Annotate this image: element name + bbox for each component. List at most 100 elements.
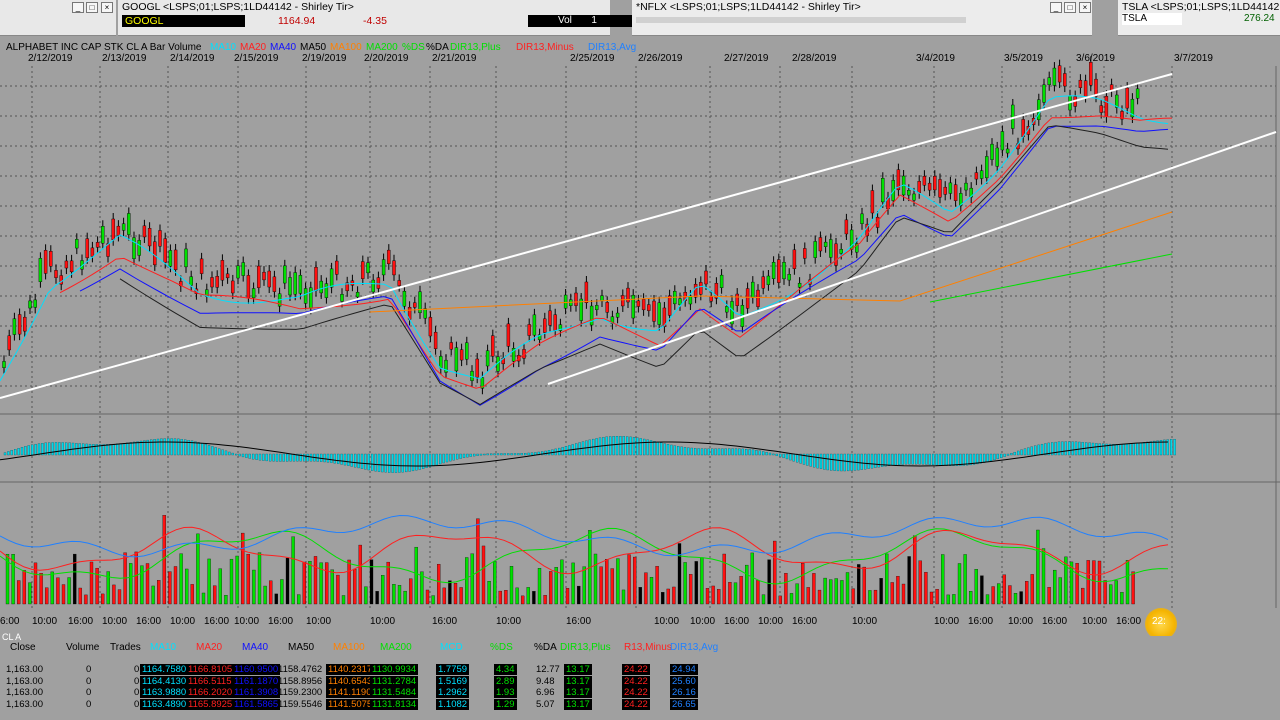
volume-bar: [834, 578, 838, 605]
maximize-button[interactable]: □: [1064, 2, 1076, 13]
macd-bar: [381, 453, 384, 473]
legend-item: MA40: [270, 42, 297, 53]
grid-column-header[interactable]: Trades: [110, 642, 141, 653]
macd-bar: [401, 453, 404, 473]
volume-bar: [711, 585, 715, 605]
candle-body: [376, 277, 381, 289]
grid-cell: 1.93: [494, 687, 517, 698]
grid-column-header[interactable]: DIR13,Avg: [670, 642, 718, 653]
macd-bar: [170, 438, 173, 456]
time-label: 16:00: [792, 616, 817, 627]
grid-column-header[interactable]: MA200: [380, 642, 412, 653]
grid-column-header[interactable]: MA40: [242, 642, 268, 653]
minimize-button[interactable]: _: [72, 2, 84, 13]
volume-bar: [280, 579, 284, 605]
macd-bar: [670, 444, 673, 456]
macd-bar: [269, 453, 272, 462]
macd-bar: [275, 453, 279, 462]
grid-column-header[interactable]: R13,Minus: [624, 642, 672, 653]
volume-bar: [577, 585, 581, 605]
grid-column-header[interactable]: DIR13,Plus: [560, 642, 611, 653]
candle-body: [600, 295, 604, 302]
macd-bar: [439, 453, 442, 465]
googl-symbol-field[interactable]: GOOGL: [122, 15, 245, 27]
macd-bar: [643, 438, 646, 456]
grid-column-header[interactable]: %DA: [534, 642, 557, 653]
grid-cell: 0: [86, 664, 92, 675]
candle-body: [132, 237, 136, 260]
candle-body: [917, 180, 921, 193]
macd-bar: [666, 444, 670, 456]
candle-body: [485, 350, 490, 367]
candle-body: [95, 242, 100, 248]
grid-column-header[interactable]: Volume: [66, 642, 99, 653]
grid-column-header[interactable]: MA50: [288, 642, 314, 653]
macd-bar: [262, 453, 265, 461]
price-chart[interactable]: ALPHABET INC CAP STK CL A Bar Volume MA10…: [0, 36, 1280, 636]
data-grid[interactable]: CL A Close Volume Trades MA10 MA20 MA40 MA50 MA…: [0, 632, 1280, 720]
candle-body: [745, 288, 750, 309]
macd-bar: [238, 453, 241, 457]
macd-bar: [224, 450, 228, 456]
volume-bar: [845, 572, 850, 605]
macd-bar: [1088, 442, 1091, 456]
grid-column-header[interactable]: Close: [10, 642, 36, 653]
close-button[interactable]: ×: [101, 2, 113, 13]
volume-bar: [392, 584, 396, 605]
macd-bar: [92, 444, 95, 456]
volume-bar: [1103, 580, 1107, 605]
candle-body: [636, 300, 641, 307]
macd-bar: [816, 453, 819, 469]
grid-column-header[interactable]: MA10: [150, 642, 176, 653]
macd-bar: [530, 452, 534, 456]
macd-bar: [1027, 447, 1030, 456]
volume-bar: [907, 556, 911, 605]
candle-body: [813, 241, 817, 258]
macd-bar: [690, 447, 693, 456]
candle-body: [121, 223, 126, 231]
grid-cell: 1158.8956: [278, 675, 323, 687]
macd-bar: [789, 453, 792, 461]
macd-bar: [286, 453, 289, 462]
date-label: 3/7/2019: [1174, 53, 1213, 64]
volume-bar: [952, 594, 956, 605]
grid-column-header[interactable]: MA100: [333, 642, 365, 653]
grid-cell: 1141.1190: [326, 687, 374, 698]
macd-bar: [289, 453, 292, 462]
grid-cell: 1.1082: [436, 698, 470, 710]
left-window-header[interactable]: _ □ ×: [0, 0, 116, 36]
grid-cell: 24.94: [670, 664, 698, 675]
macd-bar: [129, 442, 132, 456]
volume-bar: [616, 558, 620, 605]
macd-bar: [449, 453, 452, 462]
macd-bar: [928, 453, 931, 465]
macd-bar: [245, 453, 248, 458]
tsla-symbol-field[interactable]: TSLA: [1122, 13, 1182, 25]
tsla-window-header[interactable]: TSLA <LSPS;01;LSPS;1LD44142 TSLA 276.24: [1118, 0, 1280, 36]
volume-bar: [957, 563, 962, 605]
macd-bar: [748, 449, 751, 456]
candle-body: [777, 259, 781, 283]
date-label: 2/28/2019: [792, 53, 837, 64]
nflx-window-header[interactable]: *NFLX <LSPS;01;LSPS;1LD44142 - Shirley T…: [632, 0, 1092, 36]
macd-bar: [898, 453, 901, 465]
candle-body: [553, 314, 557, 331]
grid-cell: 24.22: [622, 698, 650, 710]
macd-bar: [755, 450, 758, 456]
candle-body: [667, 295, 672, 316]
volume-bar: [33, 562, 38, 605]
grid-column-header[interactable]: MCD: [440, 642, 463, 653]
maximize-button[interactable]: □: [86, 2, 98, 13]
candle-body: [173, 249, 178, 271]
candle-body: [158, 230, 162, 247]
volume-bar: [274, 593, 278, 605]
grid-column-header[interactable]: %DS: [490, 642, 513, 653]
minimize-button[interactable]: _: [1050, 2, 1062, 13]
close-button[interactable]: ×: [1079, 2, 1091, 13]
macd-bar: [112, 443, 115, 456]
googl-window-header[interactable]: GOOGL <LSPS;01;LSPS;1LD44142 - Shirley T…: [118, 0, 724, 36]
macd-bar: [612, 436, 615, 456]
grid-cell: 1131.2784: [370, 675, 419, 687]
candle-body: [340, 294, 344, 302]
grid-column-header[interactable]: MA20: [196, 642, 222, 653]
